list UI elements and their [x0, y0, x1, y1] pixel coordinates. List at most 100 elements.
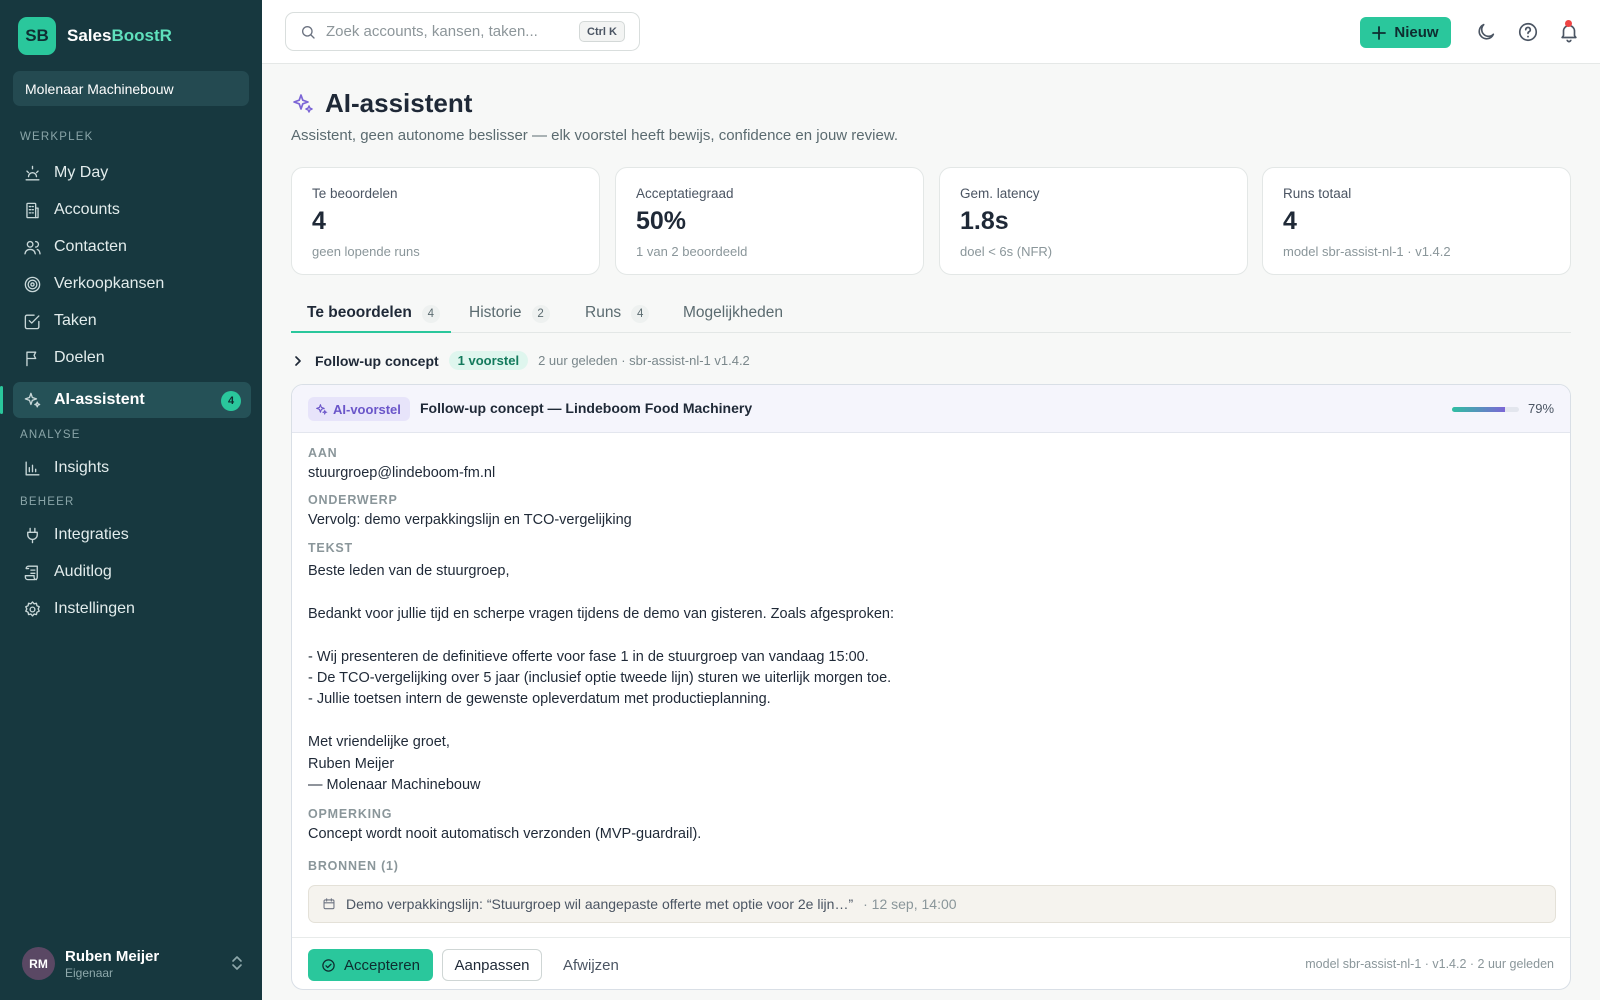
sidebar-item-integraties[interactable]: Integraties	[13, 517, 251, 553]
confidence-value: 79%	[1528, 401, 1555, 416]
source-text: Demo verpakkingslijn: “Stuurgroep wil aa…	[346, 896, 854, 912]
check-circle-icon	[322, 958, 335, 972]
users-icon	[24, 240, 41, 255]
sparkles-icon	[24, 392, 41, 408]
section-label-analyse: ANALYSE	[20, 429, 81, 441]
sidebar-item-verkoopkansen[interactable]: Verkoopkansen	[13, 266, 251, 302]
sidebar-item-auditlog[interactable]: Auditlog	[13, 554, 251, 590]
search-shortcut: Ctrl K	[579, 21, 625, 42]
adjust-button[interactable]: Aanpassen	[442, 949, 542, 981]
new-button[interactable]: Nieuw	[1360, 17, 1451, 48]
ai-proposal-badge-label: AI-voorstel	[333, 401, 401, 417]
help-icon[interactable]	[1517, 21, 1539, 43]
proposal-actions: Accepteren Aanpassen Afwijzen model sbr-…	[292, 937, 1570, 989]
sidebar-item-label: Auditlog	[54, 563, 112, 580]
proposal-meta: model sbr-assist-nl-1 · v1.4.2 · 2 uur g…	[1305, 957, 1554, 971]
user-role: Eigenaar	[65, 965, 114, 980]
kpi-note: 1 van 2 beoordeeld	[636, 244, 748, 259]
user-menu[interactable]: RM Ruben Meijer Eigenaar	[22, 947, 244, 980]
sidebar-item-label: AI-assistent	[54, 391, 145, 408]
target-icon	[24, 276, 41, 292]
source-item[interactable]: Demo verpakkingslijn: “Stuurgroep wil aa…	[308, 885, 1556, 923]
ai-assistent-count-badge: 4	[221, 391, 241, 411]
tab-label: Historie	[469, 304, 522, 321]
brand-logo: SB	[18, 17, 56, 55]
moon-icon[interactable]	[1475, 21, 1497, 43]
kpi-note: model sbr-assist-nl-1 · v1.4.2	[1283, 244, 1451, 259]
kpi-label: Te beoordelen	[312, 186, 398, 201]
sidebar-item-accounts[interactable]: Accounts	[13, 192, 251, 228]
sidebar-item-my-day[interactable]: My Day	[13, 155, 251, 191]
sidebar-item-insights[interactable]: Insights	[13, 450, 251, 486]
proposal-group-header[interactable]: Follow-up concept 1 voorstel 2 uur geled…	[291, 351, 750, 370]
section-label-werkplek: WERKPLEK	[20, 131, 94, 143]
my-day-icon	[25, 165, 40, 181]
tab-label: Te beoordelen	[307, 304, 412, 321]
plug-icon	[27, 527, 38, 543]
to-value: stuurgroep@lindeboom-fm.nl	[308, 465, 496, 481]
sidebar-item-instellingen[interactable]: Instellingen	[13, 591, 251, 627]
sidebar: SB SalesBoostR Molenaar Machinebouw WERK…	[0, 0, 262, 1000]
ai-proposal-badge: AI-voorstel	[308, 397, 410, 421]
flag-icon	[26, 350, 37, 366]
confidence-bar	[1452, 407, 1519, 412]
proposal-card-header: AI-voorstel Follow-up concept — Lindeboo…	[292, 385, 1570, 433]
gear-icon	[25, 600, 40, 617]
brand-name: SalesBoostR	[67, 26, 172, 46]
kpi-value: 1.8s	[960, 207, 1009, 235]
tab-historie[interactable]: Historie 2	[469, 296, 550, 333]
avatar: RM	[22, 947, 55, 980]
workspace-switcher[interactable]: Molenaar Machinebouw	[13, 71, 249, 106]
sidebar-item-label: Accounts	[54, 201, 120, 218]
text-label: TEKST	[308, 541, 353, 555]
group-meta: 2 uur geleden · sbr-assist-nl-1 v1.4.2	[538, 353, 750, 368]
kpi-card-latency: Gem. latency 1.8s doel < 6s (NFR)	[939, 167, 1248, 275]
sidebar-item-contacten[interactable]: Contacten	[13, 229, 251, 265]
confidence-bar-fill	[1452, 407, 1505, 412]
kpi-value: 50%	[636, 207, 687, 235]
section-label-beheer: BEHEER	[20, 496, 75, 508]
kpi-label: Gem. latency	[960, 186, 1040, 201]
search-input[interactable]: Zoek accounts, kansen, taken... Ctrl K	[285, 12, 640, 51]
tab-te-beoordelen[interactable]: Te beoordelen 4	[291, 296, 451, 333]
kpi-label: Acceptatiegraad	[636, 186, 734, 201]
kpi-value: 4	[1283, 207, 1297, 235]
chevron-up-down-icon	[232, 956, 242, 970]
group-title: Follow-up concept	[315, 352, 439, 369]
remark-label: OPMERKING	[308, 807, 393, 821]
page-title: AI-assistent	[325, 88, 473, 118]
proposal-title: Follow-up concept — Lindeboom Food Machi…	[420, 400, 753, 416]
sparkles-icon	[293, 93, 313, 113]
sidebar-item-taken[interactable]: Taken	[13, 303, 251, 339]
plus-icon	[1372, 25, 1387, 40]
sidebar-item-label: My Day	[54, 164, 109, 181]
tab-runs[interactable]: Runs 4	[585, 296, 650, 333]
accept-button[interactable]: Accepteren	[308, 949, 433, 981]
tab-bar: Te beoordelen 4 Historie 2 Runs 4 Mogeli…	[291, 296, 1571, 333]
sidebar-item-label: Insights	[54, 459, 110, 476]
tab-label: Runs	[585, 304, 622, 321]
search-placeholder: Zoek accounts, kansen, taken...	[326, 23, 538, 40]
sidebar-item-ai-assistent[interactable]: AI-assistent 4	[0, 382, 251, 418]
sources-label: BRONNEN (1)	[308, 859, 399, 873]
reject-button[interactable]: Afwijzen	[557, 949, 625, 981]
kpi-value: 4	[312, 207, 326, 235]
brand[interactable]: SB SalesBoostR	[18, 17, 172, 55]
search-icon	[302, 25, 315, 39]
user-name: Ruben Meijer	[65, 947, 160, 965]
sidebar-item-doelen[interactable]: Doelen	[13, 340, 251, 376]
page-header: AI-assistent	[291, 88, 472, 119]
bar-chart-icon	[25, 460, 40, 476]
subject-label: ONDERWERP	[308, 493, 398, 507]
kpi-label: Runs totaal	[1283, 186, 1352, 201]
new-button-label: Nieuw	[1394, 24, 1439, 41]
subject-value: Vervolg: demo verpakkingslijn en TCO-ver…	[308, 512, 632, 528]
task-icon	[24, 313, 40, 329]
group-count-pill: 1 voorstel	[448, 351, 529, 370]
topbar: Zoek accounts, kansen, taken... Ctrl K N…	[262, 0, 1600, 64]
tab-mogelijkheden[interactable]: Mogelijkheden	[683, 296, 783, 333]
tab-label: Mogelijkheden	[683, 304, 783, 321]
kpi-note: geen lopende runs	[312, 244, 420, 259]
sidebar-item-label: Verkoopkansen	[54, 275, 165, 292]
sidebar-item-label: Taken	[54, 312, 97, 329]
